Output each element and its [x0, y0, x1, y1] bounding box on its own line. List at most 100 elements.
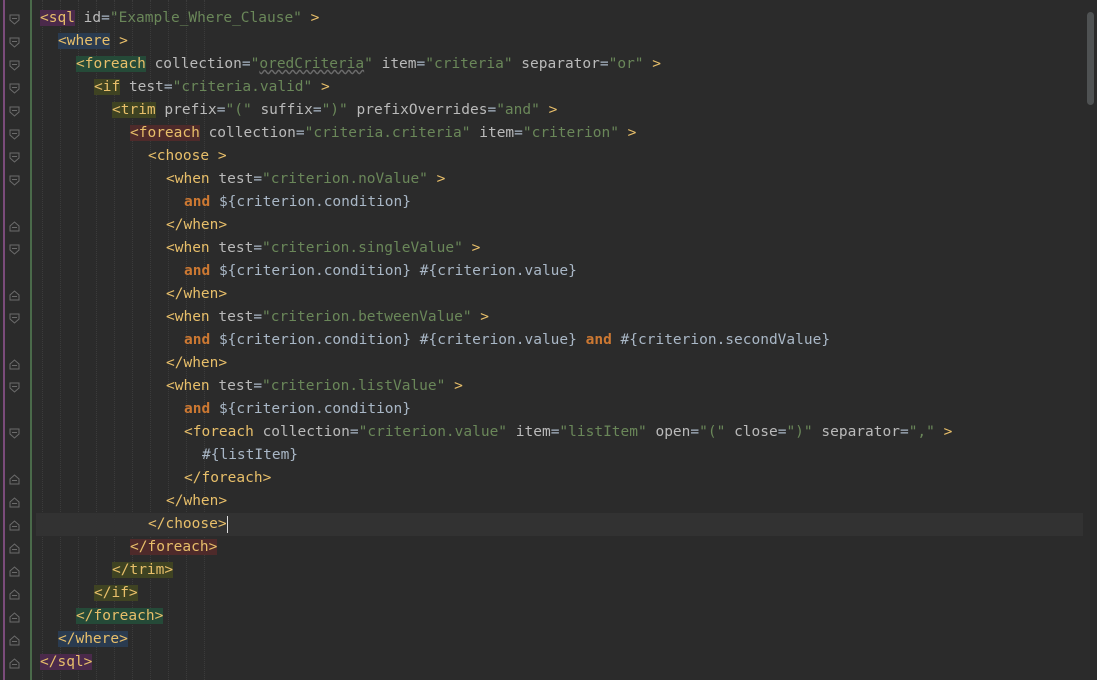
code-token: separator: [521, 56, 600, 72]
fold-end-icon[interactable]: [9, 358, 20, 370]
code-token: ${criterion.condition}: [218, 332, 411, 348]
fold-collapse-icon[interactable]: [9, 381, 20, 393]
code-line[interactable]: <sql id="Example_Where_Clause" >: [36, 7, 1083, 30]
code-token: </when>: [166, 286, 228, 302]
code-token: ${criterion.condition}: [218, 194, 411, 210]
code-line[interactable]: </where>: [36, 628, 1083, 651]
code-token: ",": [908, 424, 935, 440]
code-line[interactable]: </when>: [36, 214, 1083, 237]
fold-collapse-icon[interactable]: [9, 151, 20, 163]
code-token: =: [690, 424, 700, 440]
fold-collapse-icon[interactable]: [9, 59, 20, 71]
code-line[interactable]: <foreach collection="criterion.value" it…: [36, 421, 1083, 444]
code-line[interactable]: <foreach collection="criteria.criteria" …: [36, 122, 1083, 145]
code-token: #{criterion.value}: [419, 332, 577, 348]
code-line[interactable]: and ${criterion.condition}: [36, 398, 1083, 421]
code-line[interactable]: <when test="criterion.singleValue" >: [36, 237, 1083, 260]
code-line[interactable]: </if>: [36, 582, 1083, 605]
code-token: </when>: [166, 217, 228, 233]
editor-gutter: [0, 0, 36, 680]
code-line[interactable]: and ${criterion.condition}: [36, 191, 1083, 214]
fold-collapse-icon[interactable]: [9, 174, 20, 186]
code-token: close: [734, 424, 778, 440]
code-editor[interactable]: <sql id="Example_Where_Clause" > <where >…: [36, 0, 1083, 680]
fold-end-icon[interactable]: [9, 611, 20, 623]
code-line[interactable]: </trim>: [36, 559, 1083, 582]
fold-end-icon[interactable]: [9, 289, 20, 301]
fold-end-icon[interactable]: [9, 220, 20, 232]
code-token: and: [184, 263, 211, 279]
fold-end-icon[interactable]: [9, 634, 20, 646]
scrollbar-thumb[interactable]: [1087, 12, 1094, 105]
code-token: ")": [786, 424, 813, 440]
code-line[interactable]: <where >: [36, 30, 1083, 53]
fold-collapse-icon[interactable]: [9, 128, 20, 140]
code-line[interactable]: and ${criterion.condition} #{criterion.v…: [36, 260, 1083, 283]
code-token: collection: [262, 424, 350, 440]
code-token: #{listItem}: [202, 447, 299, 463]
code-token: <where: [58, 33, 111, 49]
fold-end-icon[interactable]: [9, 542, 20, 554]
code-token: ${criterion.condition}: [218, 263, 411, 279]
code-line[interactable]: </when>: [36, 352, 1083, 375]
code-token: and: [184, 332, 211, 348]
fold-collapse-icon[interactable]: [9, 427, 20, 439]
code-line[interactable]: <if test="criteria.valid" >: [36, 76, 1083, 99]
code-token: </choose>: [148, 516, 227, 532]
code-token: "(": [699, 424, 726, 440]
code-line[interactable]: <foreach collection="oredCriteria" item=…: [36, 53, 1083, 76]
code-line[interactable]: <choose >: [36, 145, 1083, 168]
code-line[interactable]: <when test="criterion.betweenValue" >: [36, 306, 1083, 329]
code-token: </when>: [166, 493, 228, 509]
code-token: =: [295, 125, 305, 141]
code-line[interactable]: </foreach>: [36, 536, 1083, 559]
fold-end-icon[interactable]: [9, 496, 20, 508]
code-token: prefixOverrides: [356, 102, 488, 118]
code-token: >: [119, 33, 128, 49]
code-line[interactable]: <trim prefix="(" suffix=")" prefixOverri…: [36, 99, 1083, 122]
code-token: <when: [166, 378, 210, 394]
fold-collapse-icon[interactable]: [9, 36, 20, 48]
fold-end-icon[interactable]: [9, 473, 20, 485]
code-token: #{criterion.secondValue}: [620, 332, 831, 348]
fold-end-icon[interactable]: [9, 565, 20, 577]
fold-collapse-icon[interactable]: [9, 243, 20, 255]
code-token: </foreach>: [184, 470, 272, 486]
vertical-scrollbar[interactable]: [1083, 0, 1097, 680]
fold-collapse-icon[interactable]: [9, 13, 20, 25]
code-line[interactable]: </foreach>: [36, 467, 1083, 490]
code-token: "criteria.criteria": [304, 125, 471, 141]
code-token: =: [101, 10, 110, 26]
code-token: id: [83, 10, 102, 26]
code-line[interactable]: </choose>: [36, 513, 1083, 536]
fold-collapse-icon[interactable]: [9, 82, 20, 94]
code-token: ${criterion.condition}: [218, 401, 411, 417]
code-token: <foreach: [76, 56, 146, 72]
code-line[interactable]: <when test="criterion.noValue" >: [36, 168, 1083, 191]
code-line[interactable]: </foreach>: [36, 605, 1083, 628]
code-line[interactable]: and ${criterion.condition} #{criterion.v…: [36, 329, 1083, 352]
fold-end-icon[interactable]: [9, 519, 20, 531]
code-token: <when: [166, 240, 210, 256]
code-line[interactable]: <when test="criterion.listValue" >: [36, 375, 1083, 398]
code-token: item: [515, 424, 551, 440]
fold-collapse-icon[interactable]: [9, 105, 20, 117]
code-line[interactable]: </when>: [36, 283, 1083, 306]
code-token: >: [436, 171, 446, 187]
code-token: </foreach>: [130, 539, 218, 555]
code-line[interactable]: #{listItem}: [36, 444, 1083, 467]
code-line[interactable]: </when>: [36, 490, 1083, 513]
code-line[interactable]: </sql>: [36, 651, 1083, 674]
code-token: "listItem": [559, 424, 647, 440]
fold-collapse-icon[interactable]: [9, 312, 20, 324]
fold-end-icon[interactable]: [9, 657, 20, 669]
fold-end-icon[interactable]: [9, 588, 20, 600]
